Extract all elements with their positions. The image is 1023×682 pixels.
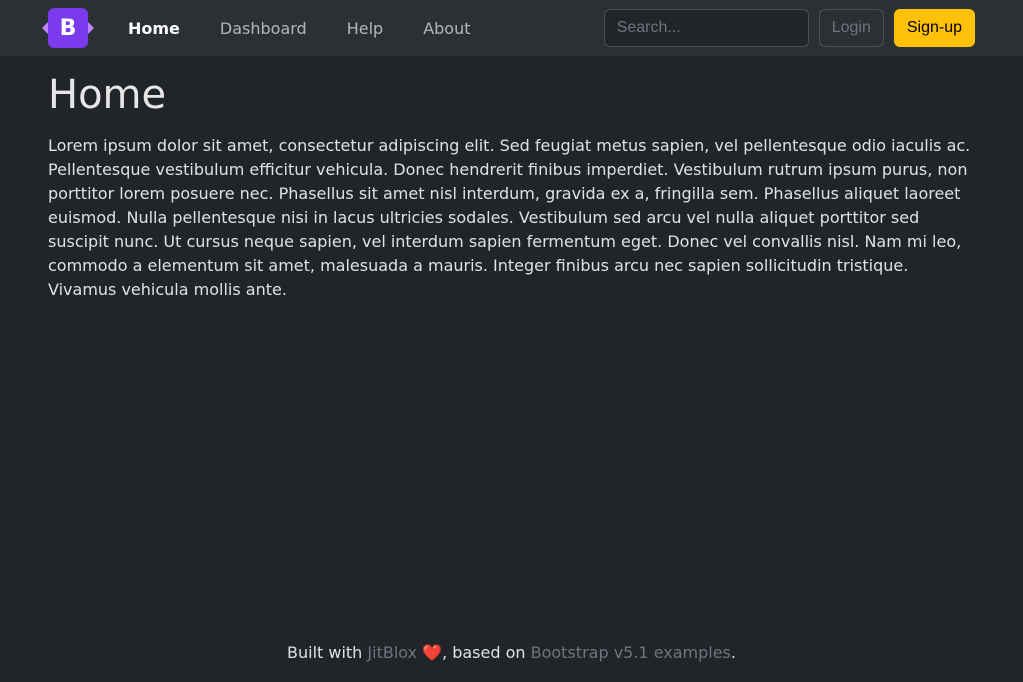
nav-link-home[interactable]: Home <box>112 11 196 46</box>
footer-link-jitblox[interactable]: JitBlox <box>367 643 417 662</box>
footer-suffix: . <box>731 643 736 662</box>
footer-prefix: Built with <box>287 643 367 662</box>
navbar-right: Login Sign-up <box>604 9 975 47</box>
footer-mid: , based on <box>442 643 531 662</box>
body-text: Lorem ipsum dolor sit amet, consectetur … <box>48 134 975 302</box>
footer-link-bootstrap[interactable]: Bootstrap v5.1 examples <box>531 643 731 662</box>
nav-link-dashboard[interactable]: Dashboard <box>204 11 323 46</box>
nav-link-help[interactable]: Help <box>331 11 399 46</box>
footer: Built with JitBlox ❤️, based on Bootstra… <box>0 631 1023 682</box>
heart-icon: ❤️ <box>417 643 442 662</box>
signup-button[interactable]: Sign-up <box>894 9 975 47</box>
login-button[interactable]: Login <box>819 9 884 47</box>
navbar: B Home Dashboard Help About Login Sign-u… <box>0 0 1023 56</box>
nav-link-about[interactable]: About <box>407 11 486 46</box>
brand-letter: B <box>60 16 77 41</box>
search-input[interactable] <box>604 9 809 47</box>
nav-links: Home Dashboard Help About <box>112 19 487 38</box>
main-content: Home Lorem ipsum dolor sit amet, consect… <box>0 56 1023 631</box>
page-title: Home <box>48 72 975 118</box>
brand-logo[interactable]: B <box>48 8 88 48</box>
